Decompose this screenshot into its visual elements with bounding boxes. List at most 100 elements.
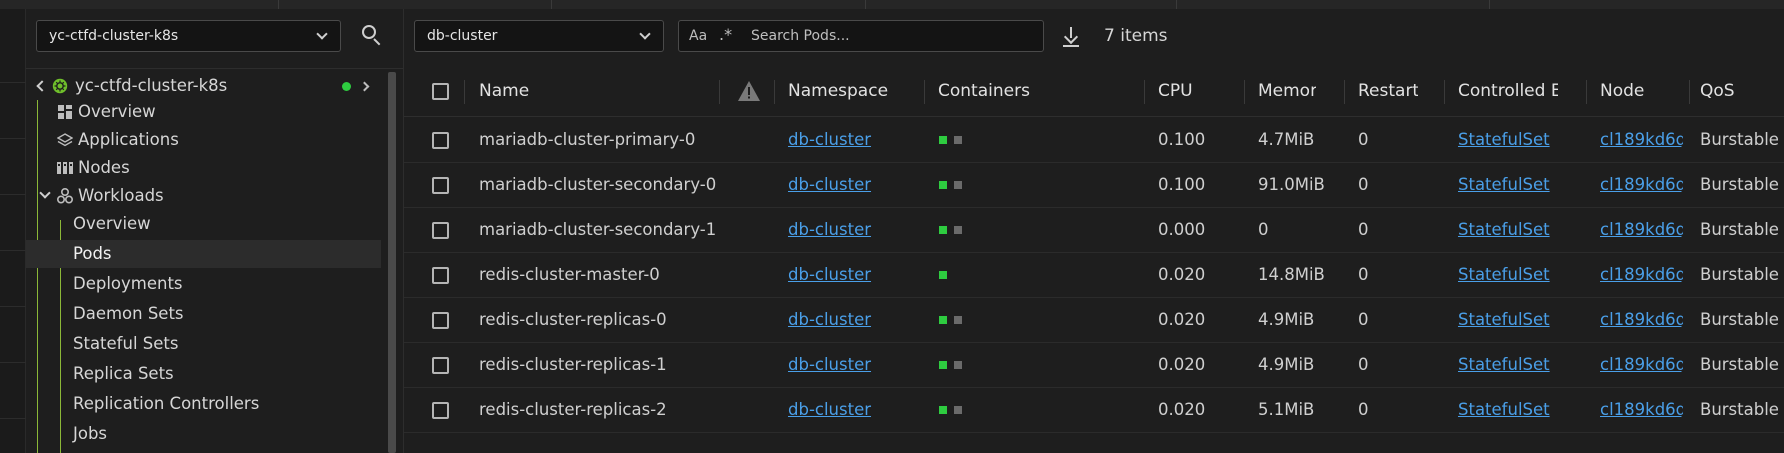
pod-namespace-link[interactable]: db-cluster xyxy=(788,130,918,149)
sidebar-item-nodes[interactable]: Nodes xyxy=(26,154,388,182)
pod-node-link[interactable]: cl189kd6q xyxy=(1600,220,1683,239)
search-icon[interactable] xyxy=(360,23,384,47)
pod-namespace-link[interactable]: db-cluster xyxy=(788,355,918,374)
namespace-select[interactable]: db-cluster xyxy=(414,20,664,52)
pod-name: redis-cluster-replicas-0 xyxy=(479,310,667,329)
pod-name: redis-cluster-master-0 xyxy=(479,265,660,284)
pod-node-link[interactable]: cl189kd6q xyxy=(1600,355,1683,374)
download-icon[interactable] xyxy=(1062,26,1080,48)
table-row[interactable]: redis-cluster-replicas-1 db-cluster 0.02… xyxy=(404,343,1784,388)
chevron-down-icon xyxy=(639,28,651,40)
row-checkbox[interactable] xyxy=(432,177,449,194)
column-header-restarts[interactable]: Restart xyxy=(1358,81,1418,101)
sidebar-item-pods[interactable]: Pods xyxy=(26,240,381,268)
column-header-cpu[interactable]: CPU xyxy=(1158,81,1238,101)
pod-node-link[interactable]: cl189kd6q xyxy=(1600,265,1683,284)
items-count: 7 items xyxy=(1104,26,1168,46)
pod-namespace-link[interactable]: db-cluster xyxy=(788,220,918,239)
sidebar-item-jobs[interactable]: Jobs xyxy=(26,420,388,448)
row-checkbox[interactable] xyxy=(432,402,449,419)
container-ready-indicator xyxy=(939,271,947,279)
column-header-namespace[interactable]: Namespace xyxy=(788,81,918,101)
pod-restarts: 0 xyxy=(1358,400,1369,419)
table-row[interactable]: redis-cluster-replicas-0 db-cluster 0.02… xyxy=(404,298,1784,343)
chevron-down-icon xyxy=(316,28,328,40)
back-icon[interactable] xyxy=(36,80,48,92)
pod-memory: 4.9MiB xyxy=(1258,355,1315,374)
pod-controller-link[interactable]: StatefulSet xyxy=(1458,355,1558,374)
sidebar-item-label: Deployments xyxy=(73,274,183,293)
container-ready-indicator xyxy=(939,226,947,234)
pod-namespace-link[interactable]: db-cluster xyxy=(788,265,918,284)
column-header-controlled-by[interactable]: Controlled E xyxy=(1458,81,1558,101)
container-ready-indicator xyxy=(939,406,947,414)
table-header: Name Namespace Containers CPU Memor Rest… xyxy=(404,67,1784,117)
regex-icon[interactable]: .* xyxy=(719,25,732,44)
pod-controller-link[interactable]: StatefulSet xyxy=(1458,130,1558,149)
row-checkbox[interactable] xyxy=(432,267,449,284)
pod-controller-link[interactable]: StatefulSet xyxy=(1458,400,1558,419)
sidebar-item-stateful-sets[interactable]: Stateful Sets xyxy=(26,330,388,358)
pod-cpu: 0.020 xyxy=(1158,310,1206,329)
column-header-qos[interactable]: QoS xyxy=(1700,81,1780,101)
table-row[interactable]: mariadb-cluster-primary-0 db-cluster 0.1… xyxy=(404,118,1784,163)
table-row[interactable]: redis-cluster-master-0 db-cluster 0.020 … xyxy=(404,253,1784,298)
pod-namespace-link[interactable]: db-cluster xyxy=(788,400,918,419)
column-header-containers[interactable]: Containers xyxy=(938,81,1118,101)
pod-controller-link[interactable]: StatefulSet xyxy=(1458,265,1558,284)
sidebar-item-applications[interactable]: Applications xyxy=(26,126,388,154)
sidebar-item-overview[interactable]: Overview xyxy=(26,98,388,126)
row-checkbox[interactable] xyxy=(432,357,449,374)
match-case-icon[interactable]: Aa xyxy=(689,28,707,44)
sidebar-item-workloads-overview[interactable]: Overview xyxy=(26,210,388,238)
sidebar-item-workloads[interactable]: Workloads xyxy=(26,182,388,210)
pod-qos: Burstable xyxy=(1700,265,1779,284)
sidebar-item-deployments[interactable]: Deployments xyxy=(26,270,388,298)
applications-icon xyxy=(57,133,73,147)
pod-qos: Burstable xyxy=(1700,175,1779,194)
pod-node-link[interactable]: cl189kd6q xyxy=(1600,175,1683,194)
chevron-down-icon[interactable] xyxy=(39,187,51,199)
row-checkbox[interactable] xyxy=(432,132,449,149)
tab-strip xyxy=(0,0,1784,9)
pod-node-link[interactable]: cl189kd6q xyxy=(1600,310,1683,329)
column-header-memory[interactable]: Memor xyxy=(1258,81,1316,101)
table-row[interactable]: redis-cluster-replicas-2 db-cluster 0.02… xyxy=(404,388,1784,433)
row-checkbox[interactable] xyxy=(432,222,449,239)
pod-controller-link[interactable]: StatefulSet xyxy=(1458,175,1558,194)
column-header-name[interactable]: Name xyxy=(479,81,729,101)
workloads-icon xyxy=(57,188,73,204)
namespace-select-value: db-cluster xyxy=(427,28,498,44)
pod-cpu: 0.000 xyxy=(1158,220,1206,239)
pod-memory: 4.7MiB xyxy=(1258,130,1315,149)
pod-node-link[interactable]: cl189kd6q xyxy=(1600,130,1683,149)
row-checkbox[interactable] xyxy=(432,312,449,329)
pod-restarts: 0 xyxy=(1358,355,1369,374)
container-idle-indicator xyxy=(954,316,962,324)
pod-namespace-link[interactable]: db-cluster xyxy=(788,175,918,194)
warning-icon[interactable] xyxy=(737,80,761,102)
sidebar-item-label: Replication Controllers xyxy=(73,394,260,413)
pod-namespace-link[interactable]: db-cluster xyxy=(788,310,918,329)
pod-controller-link[interactable]: StatefulSet xyxy=(1458,220,1558,239)
sidebar-item-label: Pods xyxy=(73,244,112,263)
search-input[interactable]: Aa .* Search Pods... xyxy=(678,20,1044,52)
cluster-select[interactable]: yc-ctfd-cluster-k8s xyxy=(36,20,341,52)
cluster-header[interactable]: yc-ctfd-cluster-k8s xyxy=(26,72,388,100)
table-row[interactable]: mariadb-cluster-secondary-1 db-cluster 0… xyxy=(404,208,1784,253)
sidebar-item-label: Stateful Sets xyxy=(73,334,179,353)
sidebar-item-replication-controllers[interactable]: Replication Controllers xyxy=(26,390,388,418)
chevron-right-icon[interactable] xyxy=(359,81,370,92)
pod-qos: Burstable xyxy=(1700,220,1779,239)
sidebar-item-replica-sets[interactable]: Replica Sets xyxy=(26,360,388,388)
sidebar-item-daemon-sets[interactable]: Daemon Sets xyxy=(26,300,388,328)
container-ready-indicator xyxy=(939,361,947,369)
activity-bar xyxy=(0,9,26,453)
sidebar-scrollbar[interactable] xyxy=(388,72,396,453)
nodes-icon xyxy=(57,162,73,174)
select-all-checkbox[interactable] xyxy=(432,83,449,100)
column-header-node[interactable]: Node xyxy=(1600,81,1680,101)
pod-node-link[interactable]: cl189kd6q xyxy=(1600,400,1683,419)
pod-controller-link[interactable]: StatefulSet xyxy=(1458,310,1558,329)
table-row[interactable]: mariadb-cluster-secondary-0 db-cluster 0… xyxy=(404,163,1784,208)
